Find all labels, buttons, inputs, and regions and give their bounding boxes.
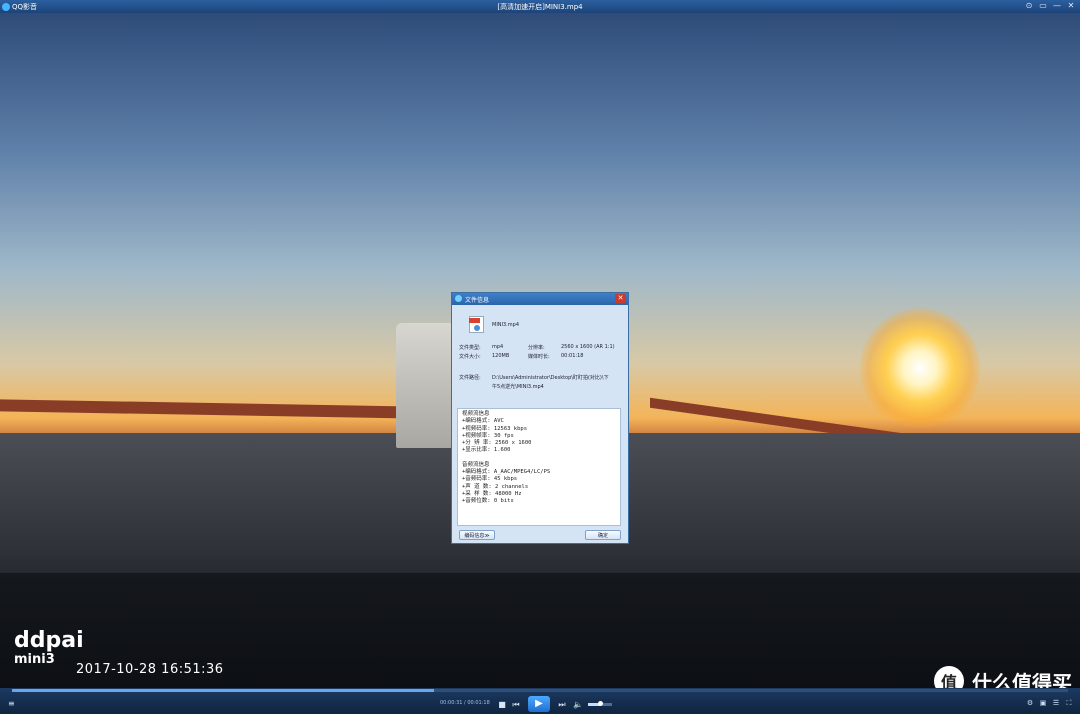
restore-icon[interactable]: ▭ [1038, 1, 1048, 10]
toolbox-icon[interactable]: ⚙ [1025, 699, 1035, 708]
file-path-label: 文件路径: [459, 375, 481, 381]
subtitle-icon[interactable]: ☰ [1051, 699, 1061, 708]
video-line: +编码格式: AVC [462, 418, 504, 425]
volume-icon[interactable]: 🔈 [573, 700, 583, 709]
guardrail-left [0, 399, 420, 419]
video-timestamp: 2017-10-28 16:51:36 [76, 662, 224, 677]
title-bar: QQ影音 [高清加速开启]MINI3.mp4 ⊙ ▭ — ✕ [0, 0, 1080, 13]
audio-stream-header: 音频流信息 [462, 461, 490, 468]
file-name: MINI3.mp4 [492, 322, 519, 328]
file-info-dialog: 文件信息 ✕ MINI3.mp4 文件类型: mp4 分辨率: 2560 x 1… [451, 292, 629, 544]
video-line: +显示比率: 1.600 [462, 447, 511, 454]
ddpai-logo: ddpai [14, 628, 84, 653]
screenshot-icon[interactable]: ▣ [1038, 699, 1048, 708]
sun-glare [860, 308, 980, 428]
play-button[interactable]: ▶ [528, 696, 550, 712]
volume-slider[interactable] [588, 701, 612, 706]
file-path-line2: 午5点逆光\MINI3.mp4 [492, 384, 544, 390]
settings-icon[interactable]: ⊙ [1024, 1, 1034, 10]
stop-icon[interactable]: ■ [497, 700, 507, 709]
file-type-label: 文件类型: [459, 345, 481, 351]
file-badge [474, 325, 480, 331]
stream-info-box[interactable]: 视频流信息 +编码格式: AVC +视频码率: 12563 kbps +视频帧率… [457, 408, 621, 526]
resolution-value: 2560 x 1600 (AR 1:1) [561, 344, 615, 350]
playlist-icon[interactable]: ≡ [8, 699, 15, 708]
volume-knob[interactable] [598, 701, 603, 706]
previous-icon[interactable]: ⏮ [511, 700, 521, 709]
resolution-label: 分辨率: [528, 345, 545, 351]
close-icon[interactable]: ✕ [1066, 1, 1076, 10]
fullscreen-icon[interactable]: ⛶ [1064, 699, 1074, 708]
seek-bar-fill [12, 689, 435, 692]
audio-line: +音频位数: 0 bits [462, 498, 514, 505]
dialog-title-bar[interactable]: 文件信息 ✕ [452, 293, 628, 305]
bus [396, 323, 456, 448]
audio-line: +声 道 数: 2 channels [462, 483, 529, 490]
window-title: [高清加速开启]MINI3.mp4 [497, 3, 583, 11]
duration-value: 00:01:18 [561, 353, 584, 359]
ddpai-model: mini3 [14, 652, 55, 667]
file-size-label: 文件大小: [459, 354, 481, 360]
ok-button[interactable]: 确定 [585, 530, 621, 540]
file-type-value: mp4 [492, 344, 504, 350]
info-icon [455, 295, 462, 302]
next-icon[interactable]: ⏭ [557, 700, 567, 709]
minimize-icon[interactable]: — [1052, 1, 1062, 10]
seek-bar[interactable] [12, 689, 1068, 692]
audio-line: +音频码率: 45 kbps [462, 476, 518, 483]
time-display: 00:00:31 / 00:01:18 [440, 700, 490, 706]
file-path-line1: D:\Users\Administrator\Desktop\盯盯拍(对比)\下 [492, 375, 609, 381]
dialog-close-button[interactable]: ✕ [615, 294, 626, 303]
file-tag [469, 318, 480, 323]
file-size-value: 120MB [492, 353, 510, 359]
window-controls: ⊙ ▭ — ✕ [1024, 1, 1076, 10]
dialog-title: 文件信息 [465, 297, 490, 304]
codec-info-button[interactable]: 编码信息≫ [459, 530, 495, 540]
mp4-file-icon [469, 316, 484, 333]
right-tools: ⚙ ▣ ☰ ⛶ [1025, 699, 1074, 708]
duration-label: 媒体时长: [528, 354, 550, 360]
video-line: +视频码率: 12563 kbps [462, 425, 528, 432]
